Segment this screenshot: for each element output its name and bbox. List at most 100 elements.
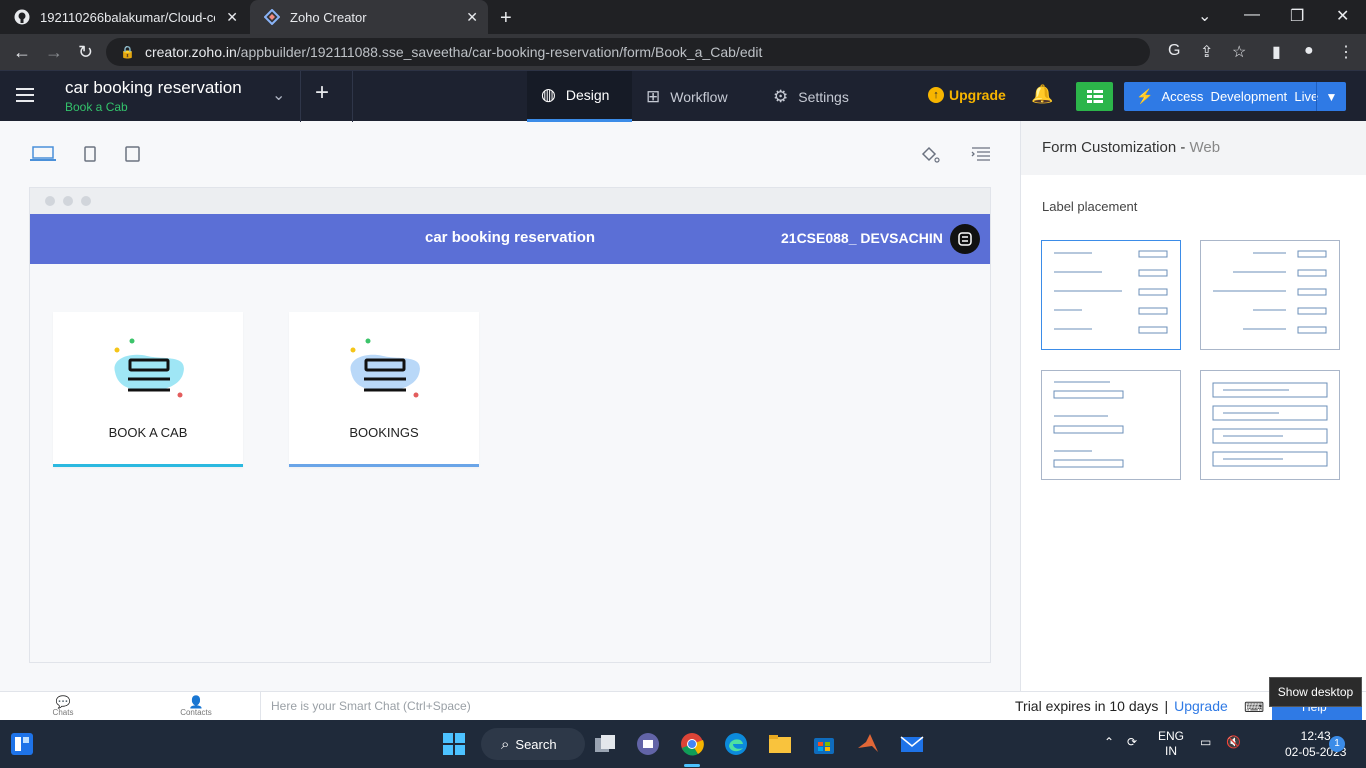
card-label: BOOK A CAB [108,425,188,440]
mobile-view-icon[interactable] [84,146,96,167]
restore-icon[interactable]: ❐ [1290,6,1304,26]
back-icon[interactable]: ← [13,42,31,63]
tab-settings[interactable]: ⚙ Settings [759,71,871,122]
label-placement-top-option[interactable] [1041,370,1181,480]
label-placement-right-option[interactable] [1200,240,1340,350]
panel-title-text: Form Customization [1042,139,1177,156]
bookmark-star-icon[interactable]: ☆ [1232,42,1246,62]
google-icon[interactable]: G [1168,42,1180,60]
microsoft-store-icon[interactable] [812,732,836,756]
show-desktop-tooltip: Show desktop [1269,677,1362,707]
tab-search-chevron-icon[interactable]: ⌄ [1198,6,1211,26]
tab-workflow[interactable]: ⊞ Workflow [632,71,754,122]
user-avatar-icon [958,232,972,246]
browser-tab-title: 192110266balakumar/Cloud-com [40,9,215,25]
header-divider [352,71,353,122]
browser-tab-strip: 192110266balakumar/Cloud-com ✕ Zoho Crea… [0,0,1366,34]
palette-icon: ◍ [541,85,556,104]
preview-window-dots [30,188,990,214]
hamburger-menu-icon[interactable] [16,88,34,102]
edge-icon[interactable] [724,732,748,756]
windows-start-icon[interactable] [442,732,466,756]
tablet-view-icon[interactable] [125,146,140,167]
gear-icon: ⚙ [773,86,789,106]
add-component-icon[interactable]: + [315,79,329,107]
contacts-button[interactable]: 👤 Contacts [166,696,226,717]
contacts-label: Contacts [180,708,212,717]
active-app-indicator [684,764,700,767]
paint-bucket-icon[interactable] [920,146,940,169]
menu-card-book-a-cab[interactable]: BOOK A CAB [53,312,243,467]
close-window-icon[interactable]: ✕ [1336,6,1349,26]
form-customization-panel: Form Customization - Web Label placement [1020,121,1366,691]
form-properties-icon[interactable] [971,146,991,169]
right-label-layout-icon [1213,250,1327,334]
lock-icon: 🔒 [120,45,135,59]
card-label: BOOKINGS [349,425,419,440]
panel-header: Form Customization - Web [1021,121,1366,175]
app-name[interactable]: car booking reservation [65,78,242,98]
upgrade-arrow-icon: ↑ [928,87,944,103]
zoho-creator-icon [264,9,280,25]
chrome-icon[interactable] [680,732,704,756]
browser-tab-zoho[interactable]: Zoho Creator ✕ [250,0,488,34]
matlab-icon[interactable] [856,732,880,756]
form-name[interactable]: Book a Cab [65,100,128,114]
upgrade-link[interactable]: ↑ Upgrade [928,87,1006,103]
panel-title-suffix: Web [1189,139,1221,156]
label-placement-inside-option[interactable] [1200,370,1340,480]
teams-icon[interactable] [636,732,660,756]
access-development-live-button[interactable]: ⚡ Access Development Live ▼ [1124,82,1346,111]
side-panel-icon[interactable]: ▮ [1272,42,1281,62]
volume-muted-icon[interactable]: 🔇 [1226,735,1241,749]
desktop-view-icon[interactable] [30,146,56,167]
workflow-icon: ⊞ [646,86,661,106]
close-tab-icon[interactable]: ✕ [466,9,478,26]
browser-tab-title: Zoho Creator [290,9,367,25]
reload-icon[interactable]: ↻ [78,42,93,63]
show-hidden-icons-icon[interactable]: ⌃ [1104,735,1114,749]
bell-icon[interactable]: 🔔 [1031,84,1053,105]
close-tab-icon[interactable]: ✕ [226,9,238,26]
task-view-icon[interactable] [593,732,617,756]
panel-title: Form Customization - Web [1042,139,1221,156]
grid-icon [1086,89,1103,104]
chevron-down-icon[interactable]: ▼ [1316,82,1346,111]
left-label-layout-icon [1054,250,1168,334]
forward-icon[interactable]: → [45,42,63,63]
address-bar[interactable]: 🔒 creator.zoho.in/appbuilder/192111088.s… [106,38,1150,66]
browser-tab-github[interactable]: 192110266balakumar/Cloud-com ✕ [0,0,248,34]
onedrive-sync-icon[interactable]: ⟳ [1127,735,1137,749]
label-placement-left-option[interactable] [1041,240,1181,350]
notification-badge[interactable]: 1 [1329,736,1345,752]
tab-design[interactable]: ◍ Design [527,71,632,122]
app-grid-button[interactable] [1076,82,1113,111]
taskbar-search[interactable]: ⌕ Search [481,728,585,760]
mail-icon[interactable] [900,732,924,756]
form-icon [114,338,184,398]
share-icon[interactable]: ⇪ [1200,42,1213,62]
menu-card-bookings[interactable]: BOOKINGS [289,312,479,467]
app-switcher-chevron-icon[interactable]: ⌄ [272,85,285,105]
label-placement-heading: Label placement [1042,199,1138,214]
trial-notice: Trial expires in 10 days | Upgrade [1015,698,1228,714]
new-tab-icon[interactable]: + [500,7,512,30]
browser-menu-icon[interactable]: ⋮ [1338,42,1354,62]
minimize-icon[interactable]: — [1244,6,1260,24]
inside-label-layout-icon [1212,382,1328,467]
github-icon [14,9,30,25]
trial-upgrade-link[interactable]: Upgrade [1174,698,1228,714]
avatar[interactable] [950,224,980,254]
keyboard-icon[interactable]: ⌨ [1244,699,1264,716]
upgrade-label: Upgrade [949,87,1006,103]
profile-icon[interactable]: ● [1304,42,1314,60]
language-code: ENG [1158,729,1185,743]
widgets-icon[interactable] [10,732,34,756]
language-indicator[interactable]: ENG IN [1158,729,1184,759]
clock-time: 12:43 [1300,729,1331,743]
contact-person-icon: 👤 [188,695,204,709]
file-explorer-icon[interactable] [768,732,792,756]
network-icon[interactable]: ▭ [1200,735,1211,749]
smart-chat-input[interactable]: Here is your Smart Chat (Ctrl+Space) [271,699,471,713]
chats-button[interactable]: 💬 Chats [33,696,93,717]
